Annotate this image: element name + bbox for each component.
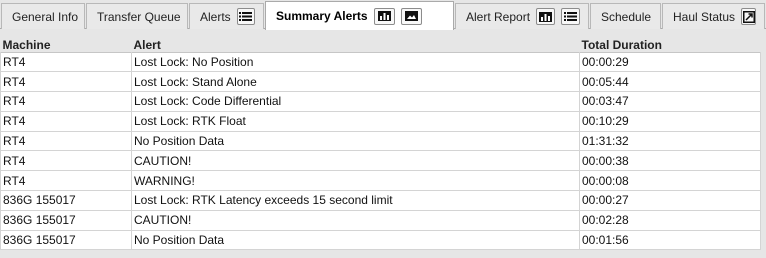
table-header-row: Machine Alert Total Duration bbox=[0, 37, 761, 52]
column-header-total-duration[interactable]: Total Duration bbox=[579, 37, 761, 52]
tab-summary-alerts[interactable]: Summary Alerts bbox=[265, 1, 454, 30]
alert-cell: Lost Lock: RTK Latency exceeds 15 second… bbox=[131, 190, 580, 211]
machine-cell: RT4 bbox=[0, 91, 132, 112]
tab-label: Transfer Queue bbox=[97, 9, 181, 24]
table-row[interactable]: RT4 WARNING! 00:00:08 bbox=[0, 170, 761, 192]
popout-icon[interactable] bbox=[741, 8, 756, 25]
machine-cell: 836G 155017 bbox=[0, 229, 132, 251]
duration-cell: 01:31:32 bbox=[579, 130, 761, 152]
duration-cell: 00:03:47 bbox=[579, 91, 761, 112]
duration-cell: 00:10:29 bbox=[579, 110, 761, 132]
table-row[interactable]: 836G 155017 CAUTION! 00:02:28 bbox=[0, 209, 761, 231]
duration-cell: 00:00:27 bbox=[579, 190, 761, 211]
duration-cell: 00:00:29 bbox=[579, 51, 761, 73]
list-icon[interactable] bbox=[561, 8, 580, 25]
machine-cell: RT4 bbox=[0, 71, 132, 93]
tab-schedule[interactable]: Schedule bbox=[590, 3, 661, 29]
machine-cell: RT4 bbox=[0, 170, 132, 192]
alert-cell: Lost Lock: RTK Float bbox=[131, 110, 580, 132]
machine-cell: 836G 155017 bbox=[0, 209, 132, 231]
alert-cell: CAUTION! bbox=[131, 150, 580, 172]
alert-cell: Lost Lock: Code Differential bbox=[131, 91, 580, 112]
tab-label: Alert Report bbox=[466, 9, 531, 24]
alert-cell: No Position Data bbox=[131, 130, 580, 152]
bar-chart-icon[interactable] bbox=[536, 8, 556, 25]
machine-cell: RT4 bbox=[0, 51, 132, 73]
tab-label: Alerts bbox=[200, 9, 231, 24]
table-row[interactable]: RT4 Lost Lock: Stand Alone 00:05:44 bbox=[0, 71, 761, 93]
duration-cell: 00:02:28 bbox=[579, 209, 761, 231]
tab-general-info[interactable]: General Info bbox=[1, 3, 85, 29]
machine-cell: RT4 bbox=[0, 110, 132, 132]
table-row[interactable]: 836G 155017 No Position Data 00:01:56 bbox=[0, 229, 761, 251]
alert-cell: CAUTION! bbox=[131, 209, 580, 231]
tab-alert-report[interactable]: Alert Report bbox=[455, 3, 589, 29]
duration-cell: 00:01:56 bbox=[579, 229, 761, 251]
duration-cell: 00:00:38 bbox=[579, 150, 761, 172]
summary-alerts-table: Machine Alert Total Duration RT4 Lost Lo… bbox=[0, 37, 761, 251]
image-icon[interactable] bbox=[400, 7, 422, 25]
table-row[interactable]: RT4 Lost Lock: Code Differential 00:03:4… bbox=[0, 91, 761, 112]
table-row[interactable]: RT4 No Position Data 01:31:32 bbox=[0, 130, 761, 152]
tab-haul-status[interactable]: Haul Status bbox=[662, 3, 765, 29]
alert-cell: No Position Data bbox=[131, 229, 580, 251]
bar-chart-icon[interactable] bbox=[373, 7, 395, 25]
list-icon[interactable] bbox=[236, 8, 255, 25]
machine-cell: RT4 bbox=[0, 150, 132, 172]
tab-label: General Info bbox=[12, 9, 79, 24]
duration-cell: 00:05:44 bbox=[579, 71, 761, 93]
tab-label: Summary Alerts bbox=[276, 9, 368, 23]
tab-label: Haul Status bbox=[673, 9, 736, 24]
alert-cell: WARNING! bbox=[131, 170, 580, 192]
machine-cell: 836G 155017 bbox=[0, 190, 132, 211]
tab-bar: General Info Transfer Queue Alerts Summa… bbox=[0, 0, 766, 30]
tab-alerts[interactable]: Alerts bbox=[189, 3, 264, 29]
table-row[interactable]: RT4 CAUTION! 00:00:38 bbox=[0, 150, 761, 172]
duration-cell: 00:00:08 bbox=[579, 170, 761, 192]
tab-label: Schedule bbox=[601, 9, 652, 24]
table-row[interactable]: RT4 Lost Lock: No Position 00:00:29 bbox=[0, 51, 761, 73]
machine-cell: RT4 bbox=[0, 130, 132, 152]
column-header-machine[interactable]: Machine bbox=[0, 37, 132, 52]
table-row[interactable]: RT4 Lost Lock: RTK Float 00:10:29 bbox=[0, 110, 761, 132]
alert-cell: Lost Lock: No Position bbox=[131, 51, 580, 73]
column-header-alert[interactable]: Alert bbox=[131, 37, 580, 52]
alert-cell: Lost Lock: Stand Alone bbox=[131, 71, 580, 93]
tab-transfer-queue[interactable]: Transfer Queue bbox=[86, 3, 188, 29]
table-row[interactable]: 836G 155017 Lost Lock: RTK Latency excee… bbox=[0, 190, 761, 211]
